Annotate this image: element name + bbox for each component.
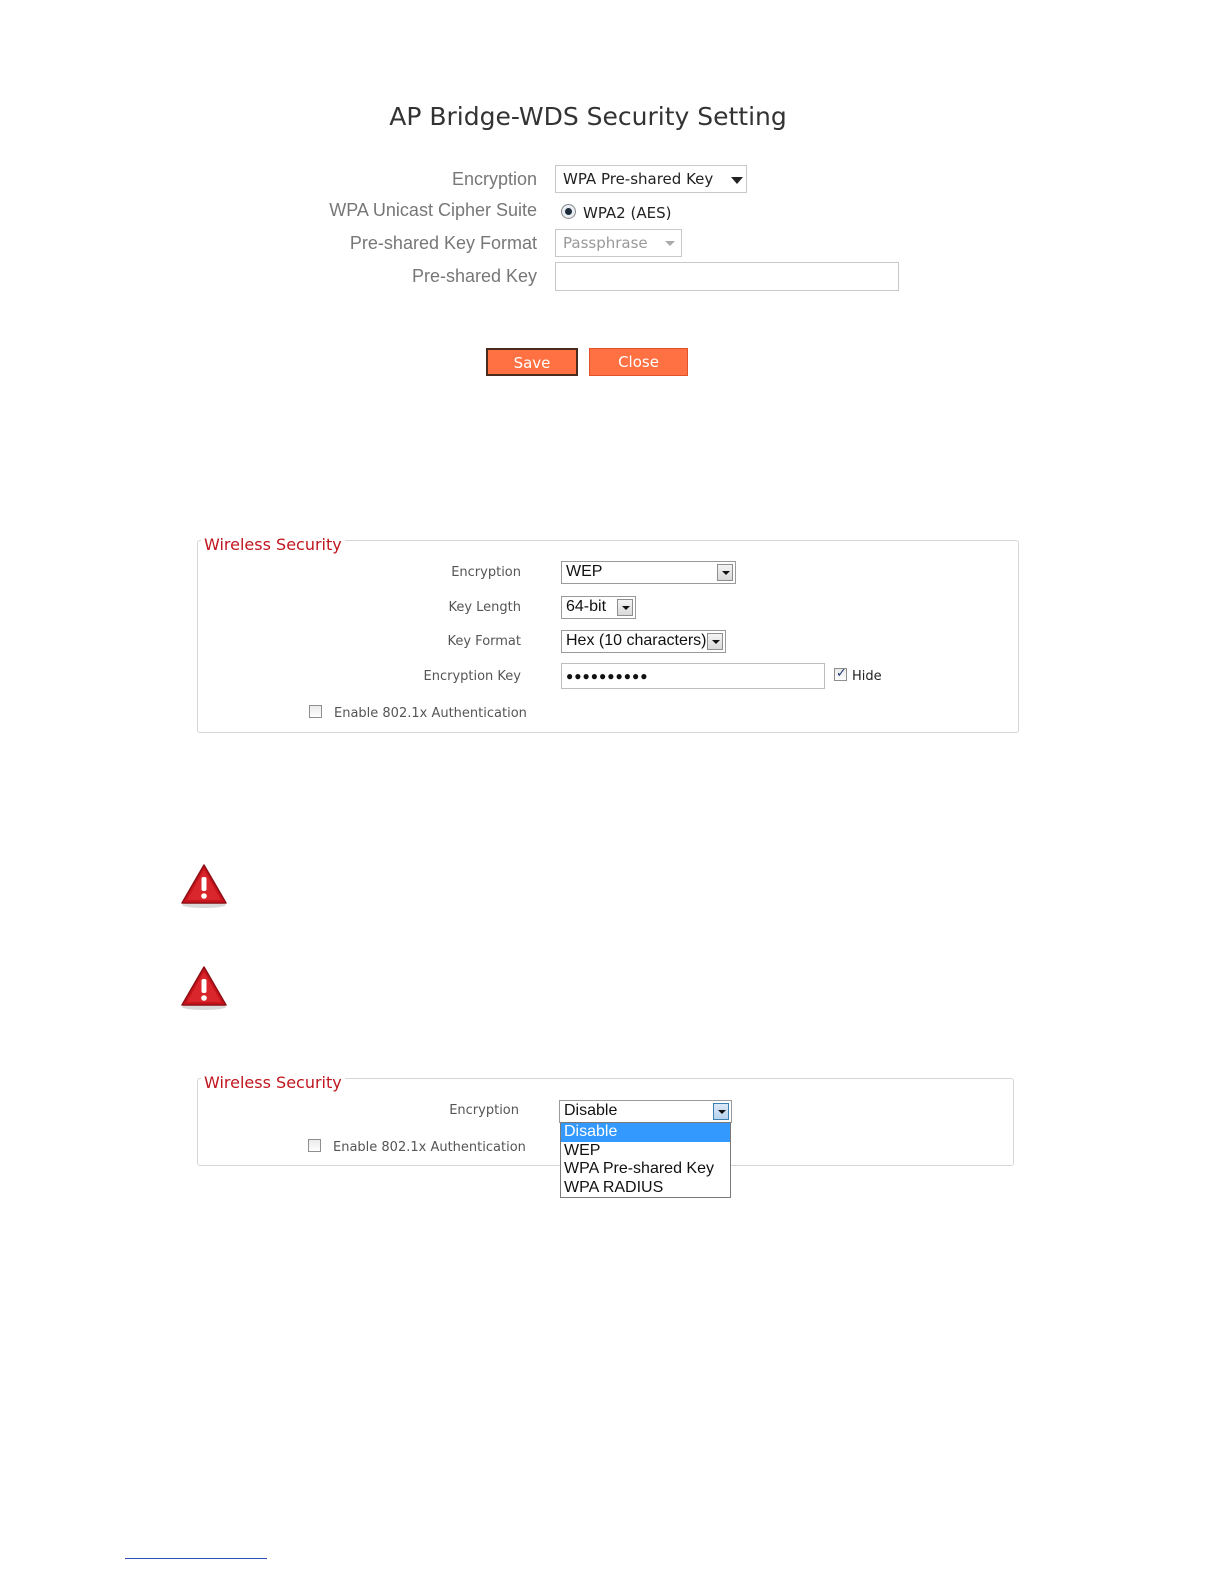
enable-8021x-label: Enable 802.1x Authentication xyxy=(333,1140,526,1155)
close-button[interactable]: Close xyxy=(589,348,688,376)
save-button[interactable]: Save xyxy=(486,348,578,376)
warning-icon xyxy=(181,864,227,908)
dropdown-arrow-icon xyxy=(707,633,723,650)
encryption-select[interactable]: WEP xyxy=(561,561,736,584)
hide-label: Hide xyxy=(852,669,882,684)
dropdown-arrow-icon xyxy=(713,1103,729,1120)
encryption-select-value: WPA Pre-shared Key xyxy=(563,170,714,188)
dropdown-arrow-icon xyxy=(717,564,733,581)
hide-checkbox[interactable]: ✓ xyxy=(834,666,847,681)
dropdown-option-disable[interactable]: Disable xyxy=(561,1123,730,1142)
chevron-down-icon xyxy=(731,177,743,184)
radio-dot-icon xyxy=(565,208,572,215)
pre-shared-key-input[interactable] xyxy=(555,262,899,291)
encryption-label: Encryption xyxy=(449,1103,519,1118)
key-length-value: 64-bit xyxy=(566,598,607,615)
dropdown-option-wep[interactable]: WEP xyxy=(561,1142,730,1161)
dropdown-arrow-icon xyxy=(617,599,633,616)
key-format-label: Pre-shared Key Format xyxy=(349,233,537,253)
dropdown-option-wpa-psk[interactable]: WPA Pre-shared Key xyxy=(561,1160,730,1179)
key-length-label: Key Length xyxy=(448,600,521,615)
enable-8021x-checkbox[interactable] xyxy=(308,1139,321,1152)
encryption-select[interactable]: WPA Pre-shared Key xyxy=(555,165,747,193)
fieldset-legend: Wireless Security xyxy=(201,1073,345,1092)
key-format-select[interactable]: Hex (10 characters) xyxy=(561,630,726,653)
warning-icon xyxy=(181,966,227,1010)
encryption-select[interactable]: Disable xyxy=(559,1100,732,1123)
fieldset-legend: Wireless Security xyxy=(201,535,345,554)
encryption-key-input[interactable]: ●●●●●●●●●● xyxy=(561,663,825,689)
encryption-key-label: Encryption Key xyxy=(423,669,522,684)
wpa2-aes-label: WPA2 (AES) xyxy=(583,204,672,222)
key-format-label: Key Format xyxy=(447,634,521,649)
encryption-dropdown-list: Disable WEP WPA Pre-shared Key WPA RADIU… xyxy=(560,1122,731,1198)
wpa2-aes-radio[interactable] xyxy=(561,204,576,219)
key-length-select[interactable]: 64-bit xyxy=(561,596,636,619)
encryption-label: Encryption xyxy=(451,565,521,580)
cipher-suite-label: WPA Unicast Cipher Suite xyxy=(329,200,537,220)
encryption-label: Encryption xyxy=(451,169,537,189)
key-format-select[interactable]: Passphrase xyxy=(555,229,682,257)
chevron-down-icon xyxy=(665,241,675,246)
key-format-value: Hex (10 characters) xyxy=(566,632,707,649)
enable-8021x-checkbox[interactable] xyxy=(309,705,322,718)
enable-8021x-label: Enable 802.1x Authentication xyxy=(334,706,527,721)
page-title: AP Bridge-WDS Security Setting xyxy=(389,102,787,131)
encryption-select-value: WEP xyxy=(566,563,603,580)
encryption-select-value: Disable xyxy=(564,1102,618,1119)
checkmark-icon: ✓ xyxy=(836,666,847,681)
pre-shared-key-label: Pre-shared Key xyxy=(411,266,537,286)
key-format-value: Passphrase xyxy=(563,234,648,252)
dropdown-option-wpa-radius[interactable]: WPA RADIUS xyxy=(561,1179,730,1198)
footer-divider xyxy=(125,1558,267,1559)
